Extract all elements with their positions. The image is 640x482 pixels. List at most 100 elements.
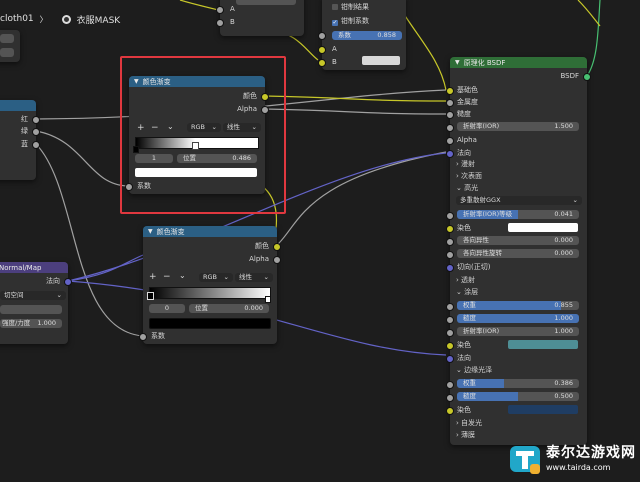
coat-roughness-label: 糙度 <box>463 314 476 322</box>
socket-ior-level[interactable] <box>446 212 454 220</box>
space-select[interactable]: 切空间 ⌄ <box>0 291 66 300</box>
node-principled-bsdf[interactable]: ▼ 原理化 BSDF BSDF 基础色 金属度 糙度 折射率(IOR) 1.500… <box>446 57 591 445</box>
section-thin-film[interactable]: › 薄膜 <box>456 430 475 440</box>
breadcrumb-material[interactable]: 衣服MASK <box>77 13 121 26</box>
ior-field[interactable]: 折射率(IOR) 1.500 <box>457 122 579 131</box>
section-emission[interactable]: › 自发光 <box>456 418 482 428</box>
sheen-roughness-label: 糙度 <box>463 392 476 400</box>
clamp-result-label: 钳制结果 <box>341 3 369 11</box>
color-stop-0[interactable] <box>147 292 154 300</box>
stop-position-field[interactable]: 位置 0.000 <box>189 304 269 313</box>
sheen-tint-swatch[interactable] <box>508 405 578 414</box>
field-left-2[interactable] <box>0 48 14 57</box>
uv-map-field[interactable] <box>0 305 62 314</box>
socket-out-bsdf[interactable] <box>583 73 591 81</box>
field-left-1[interactable] <box>0 34 14 43</box>
bsdf-title: 原理化 BSDF <box>463 58 506 67</box>
socket-sheen-tint[interactable] <box>446 407 454 415</box>
coat-tint-swatch[interactable] <box>508 340 578 349</box>
stop-index-field[interactable]: 0 <box>149 304 185 313</box>
color-mode-select[interactable]: RGB ⌄ <box>199 273 233 282</box>
socket-mix-b[interactable] <box>318 59 326 67</box>
socket-coat-tint[interactable] <box>446 342 454 350</box>
socket-roughness[interactable] <box>446 111 454 119</box>
factor-field[interactable]: 系数 0.858 <box>332 31 402 40</box>
anisotropic-field[interactable]: 各向异性 0.000 <box>457 236 579 245</box>
socket-out-normal[interactable] <box>64 278 72 286</box>
node-color-ramp-2[interactable]: ▼ 颜色渐变 颜色 Alpha + − ⌄ RGB ⌄ 线性 ⌄ 0 位置 0.000… <box>139 226 281 344</box>
distribution-select[interactable]: 多重散射GGX ⌄ <box>456 196 582 205</box>
socket-coat-ior[interactable] <box>446 329 454 337</box>
socket-anisotropic[interactable] <box>446 238 454 246</box>
node-separate-color[interactable]: 红 绿 蓝 <box>0 100 40 180</box>
node-normal-map[interactable]: Normal/Map 法向 切空间 ⌄ 强度/力度 1.000 <box>0 262 72 344</box>
socket-base-color[interactable] <box>446 87 454 95</box>
socket-out-color[interactable] <box>273 243 281 251</box>
option-clamp-factor[interactable]: ✓ 钳制系数 <box>332 16 369 26</box>
ramp-menu-button[interactable]: ⌄ <box>179 271 186 281</box>
coat-weight-field[interactable]: 权重 0.855 <box>457 301 579 310</box>
socket-out-alpha[interactable] <box>273 256 281 264</box>
socket-coat-roughness[interactable] <box>446 316 454 324</box>
socket-specular-tint[interactable] <box>446 225 454 233</box>
field-top-small[interactable] <box>236 0 296 5</box>
checkbox-clamp-factor[interactable]: ✓ <box>332 20 338 26</box>
socket-anisotropic-rotation[interactable] <box>446 251 454 259</box>
sheen-weight-field[interactable]: 权重 0.386 <box>457 379 579 388</box>
socket-in-fac[interactable] <box>139 333 147 341</box>
socket-out-green[interactable] <box>32 128 40 136</box>
coat-ior-field[interactable]: 折射率(IOR) 1.000 <box>457 327 579 336</box>
socket-mix-a[interactable] <box>318 46 326 54</box>
add-stop-button[interactable]: + <box>149 272 157 282</box>
socket-coat-normal[interactable] <box>446 355 454 363</box>
checkbox-clamp-result[interactable] <box>332 4 338 10</box>
ior-level-field[interactable]: 折射率(IOR)等级 0.041 <box>457 210 579 219</box>
mix-b-color-swatch[interactable] <box>362 56 400 65</box>
breadcrumb-object[interactable]: cloth01 <box>0 14 34 24</box>
socket-out-red[interactable] <box>32 116 40 124</box>
specular-tint-swatch[interactable] <box>508 223 578 232</box>
remove-stop-button[interactable]: − <box>163 272 171 282</box>
socket-coat-weight[interactable] <box>446 303 454 311</box>
chevron-right-icon: › <box>456 431 459 439</box>
socket-sheen-roughness[interactable] <box>446 394 454 402</box>
collapse-chevron-icon[interactable]: ▼ <box>455 59 460 66</box>
socket-out-blue[interactable] <box>32 141 40 149</box>
option-clamp-result[interactable]: 钳制结果 <box>332 2 369 12</box>
socket-a[interactable] <box>216 6 224 14</box>
coat-roughness-field[interactable]: 糙度 1.000 <box>457 314 579 323</box>
collapse-chevron-icon[interactable]: ▼ <box>148 228 153 235</box>
section-sheen-label: 边缘光泽 <box>464 366 493 374</box>
socket-tangent[interactable] <box>446 264 454 272</box>
section-sheen[interactable]: ⌄ 边缘光泽 <box>456 365 492 375</box>
socket-factor[interactable] <box>318 32 326 40</box>
stop-color-swatch[interactable] <box>149 318 271 329</box>
normal-map-header[interactable]: Normal/Map <box>0 262 68 273</box>
socket-sheen-weight[interactable] <box>446 381 454 389</box>
strength-field[interactable]: 强度/力度 1.000 <box>0 319 62 328</box>
anisotropic-rotation-field[interactable]: 各向异性旋转 0.000 <box>457 249 579 258</box>
socket-alpha[interactable] <box>446 137 454 145</box>
watermark-logo-icon <box>510 446 540 474</box>
socket-b[interactable] <box>216 19 224 27</box>
socket-metallic[interactable] <box>446 99 454 107</box>
interpolation-select[interactable]: 线性 ⌄ <box>235 273 273 282</box>
color-ramp-2-header[interactable]: ▼ 颜色渐变 <box>143 226 277 237</box>
node-left-top[interactable] <box>0 30 20 62</box>
socket-ior[interactable] <box>446 124 454 132</box>
section-diffuse[interactable]: › 漫射 <box>456 159 475 169</box>
separate-color-header[interactable] <box>0 100 36 111</box>
socket-normal[interactable] <box>446 150 454 158</box>
section-coat[interactable]: ⌄ 涂层 <box>456 287 478 297</box>
section-subsurface[interactable]: › 次表面 <box>456 171 482 181</box>
section-transmission[interactable]: › 透射 <box>456 275 475 285</box>
node-mix[interactable]: 钳制结果 ✓ 钳制系数 系数 0.858 A B <box>318 0 406 70</box>
sheen-roughness-field[interactable]: 糙度 0.500 <box>457 392 579 401</box>
node-editor-canvas[interactable]: cloth01 〉 衣服MASK A B 钳制结果 ✓ 钳制系数 系数 0.858… <box>0 0 640 482</box>
color-stop-1[interactable] <box>265 296 271 303</box>
node-top-small[interactable]: A B <box>216 0 304 36</box>
out-red-label: 红 <box>21 115 28 123</box>
section-specular[interactable]: ⌄ 高光 <box>456 183 478 193</box>
gradient-ramp[interactable] <box>149 287 271 299</box>
bsdf-header[interactable]: ▼ 原理化 BSDF <box>450 57 587 68</box>
